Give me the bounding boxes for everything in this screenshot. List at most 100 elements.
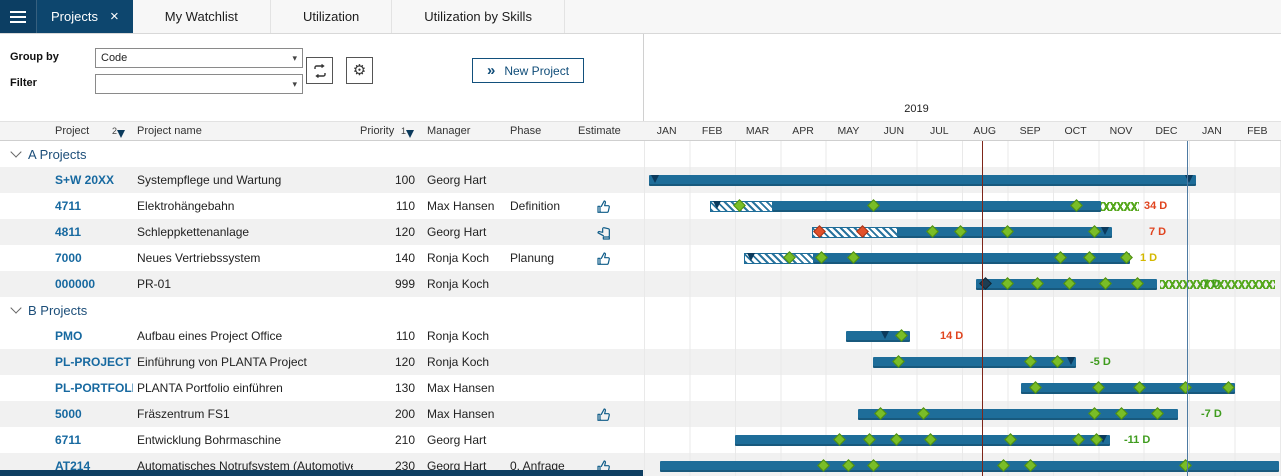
table-row[interactable]: 5000Fräszentrum FS1200 Max Hansen -7 D (0, 401, 1281, 427)
manager-cell: Ronja Koch (427, 245, 507, 271)
table-row[interactable]: PMOAufbau eines Project Office110Ronja K… (0, 323, 1281, 349)
manager-cell: Ronja Koch (427, 271, 507, 297)
manager-cell: Max Hansen (427, 193, 507, 219)
manager-cell: Ronja Koch (427, 323, 507, 349)
table-row[interactable]: S+W 20XXSystempflege und Wartung100Georg… (0, 167, 1281, 193)
sort-up-icon: ▲ (117, 130, 125, 138)
project-code-cell: S+W 20XX (55, 167, 133, 193)
project-name-cell: Systempflege und Wartung (137, 167, 353, 193)
gantt-row: -7 D (644, 271, 1281, 297)
group-header-row[interactable]: B Projects (0, 297, 1281, 323)
month-label: DEC (1144, 122, 1189, 140)
month-label: JAN (644, 122, 689, 140)
project-code-cell: 5000 (55, 401, 133, 427)
gantt-bar[interactable] (858, 409, 1178, 420)
priority-cell: 130 (355, 375, 415, 401)
tab-projects-active[interactable]: Projects × (37, 0, 133, 33)
group-label: A Projects (28, 147, 87, 162)
chevron-down-icon (10, 146, 21, 157)
filter-label: Filter (10, 77, 37, 89)
thumbs-up-icon[interactable] (584, 245, 624, 271)
priority-cell: 120 (355, 219, 415, 245)
priority-cell: 999 (355, 271, 415, 297)
hand-neutral-icon[interactable] (584, 219, 624, 245)
today-line (982, 141, 983, 476)
priority-cell: 110 (355, 193, 415, 219)
tab-my-watchlist[interactable]: My Watchlist (133, 0, 271, 33)
month-label: APR (780, 122, 825, 140)
table-row[interactable]: PL-PORTFOLIOPLANTA Portfolio einführen13… (0, 375, 1281, 401)
table-row[interactable]: 6711Entwicklung Bohrmaschine210Georg Har… (0, 427, 1281, 453)
column-header-project-name[interactable]: Project name (137, 122, 202, 140)
gantt-bar[interactable] (649, 175, 1196, 186)
gantt-row: -11 D (644, 427, 1281, 453)
thumbs-up-icon[interactable] (584, 401, 624, 427)
timeline-end-line (1187, 141, 1188, 476)
month-label: NOV (1098, 122, 1143, 140)
gantt-row (644, 167, 1281, 193)
filter-select[interactable]: ▾ (95, 74, 303, 94)
sort-indicator-priority: 1▲ (401, 122, 406, 140)
table-row[interactable]: 000000PR-01999Ronja Koch-7 D (0, 271, 1281, 297)
table-row[interactable]: 4811Schleppkettenanlage120Georg Hart7 D (0, 219, 1281, 245)
bar-end-marker-icon (747, 253, 755, 261)
horizontal-scrollbar[interactable] (0, 470, 643, 476)
column-header-phase[interactable]: Phase (510, 122, 541, 140)
project-code-cell: 6711 (55, 427, 133, 453)
close-tab-icon[interactable]: × (110, 9, 119, 24)
tab-label: My Watchlist (165, 9, 238, 24)
project-name-cell: Schleppkettenanlage (137, 219, 353, 245)
project-code-cell: 4711 (55, 193, 133, 219)
reload-button[interactable] (306, 57, 333, 84)
group-by-select[interactable]: Code ▾ (95, 48, 303, 68)
gantt-bar[interactable] (735, 435, 1110, 446)
delay-label: 1 D (1140, 245, 1157, 271)
gantt-row: 7 D (644, 219, 1281, 245)
bar-end-marker-icon (713, 201, 721, 209)
manager-cell: Ronja Koch (427, 349, 507, 375)
project-name-cell: PR-01 (137, 271, 353, 297)
project-code-cell: PL-PROJECT (55, 349, 133, 375)
bar-end-marker-icon (651, 175, 659, 183)
column-header-priority[interactable]: Priority (360, 122, 394, 140)
column-header-estimate[interactable]: Estimate (578, 122, 621, 140)
thumbs-up-icon[interactable] (584, 193, 624, 219)
delay-label: 7 D (1149, 219, 1166, 245)
table-row[interactable]: 7000Neues Vertriebssystem140Ronja KochPl… (0, 245, 1281, 271)
manager-cell: Max Hansen (427, 401, 507, 427)
project-code-cell: PL-PORTFOLIO (55, 375, 133, 401)
gantt-row (644, 141, 1281, 167)
phase-cell: Definition (510, 193, 580, 219)
new-project-label: New Project (504, 64, 569, 78)
project-name-cell: Fräszentrum FS1 (137, 401, 353, 427)
month-label: JUL (917, 122, 962, 140)
manager-cell: Georg Hart (427, 427, 507, 453)
month-label: OCT (1053, 122, 1098, 140)
new-project-button[interactable]: » New Project (472, 58, 584, 83)
month-header: JANFEBMARAPRMAYJUNJULAUGSEPOCTNOVDECJANF… (644, 122, 1281, 140)
group-header-row[interactable]: A Projects (0, 141, 1281, 167)
tab-label: Utilization (303, 9, 359, 24)
project-code-cell: PMO (55, 323, 133, 349)
column-header-manager[interactable]: Manager (427, 122, 470, 140)
priority-cell: 200 (355, 401, 415, 427)
tab-utilization[interactable]: Utilization (271, 0, 392, 33)
gantt-bar[interactable] (1021, 383, 1235, 394)
table-row[interactable]: 4711Elektrohängebahn110Max HansenDefinit… (0, 193, 1281, 219)
bar-end-marker-icon (881, 331, 889, 339)
month-label: MAY (826, 122, 871, 140)
settings-button[interactable]: ⚙ (346, 57, 373, 84)
table-row[interactable]: PL-PROJECTEinführung von PLANTA Project1… (0, 349, 1281, 375)
bar-end-marker-icon (1101, 227, 1109, 235)
table-header-row: Project 2▲ Project name Priority 1▲ Mana… (0, 121, 1281, 141)
project-name-cell: Neues Vertriebssystem (137, 245, 353, 271)
month-label: AUG (962, 122, 1007, 140)
gantt-bar-planned[interactable] (812, 227, 898, 238)
main-menu-button[interactable] (0, 0, 37, 33)
manager-cell: Georg Hart (427, 167, 507, 193)
tab-utilization-by-skills[interactable]: Utilization by Skills (392, 0, 565, 33)
column-header-project[interactable]: Project (55, 122, 89, 140)
project-code-cell: 4811 (55, 219, 133, 245)
priority-cell: 110 (355, 323, 415, 349)
delay-label: -7 D (1201, 401, 1222, 427)
